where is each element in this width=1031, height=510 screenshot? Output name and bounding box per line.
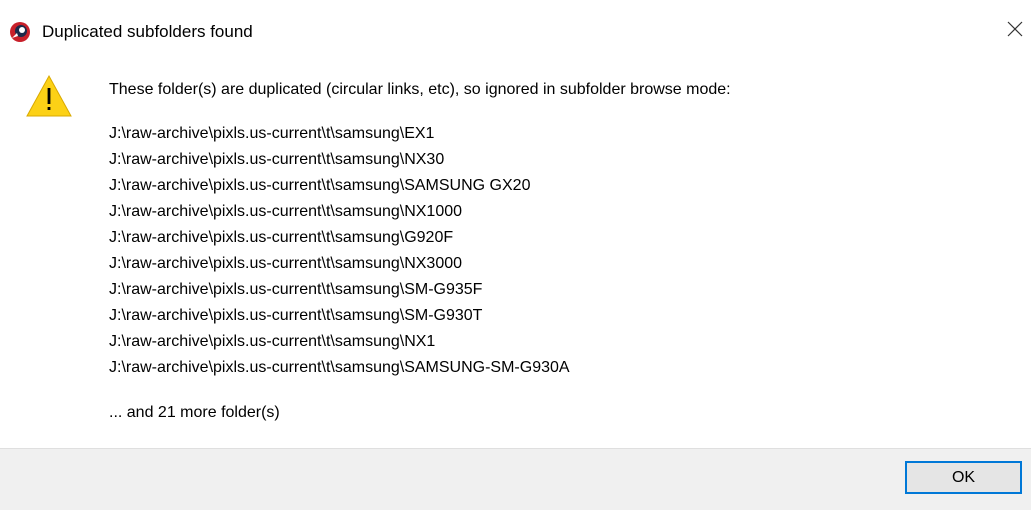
app-logo-icon (9, 21, 31, 43)
folder-item: J:\raw-archive\pixls.us-current\t\samsun… (109, 177, 531, 194)
close-button[interactable] (1000, 16, 1030, 46)
folder-item: J:\raw-archive\pixls.us-current\t\samsun… (109, 359, 570, 376)
button-bar: OK (0, 448, 1031, 510)
folder-item: J:\raw-archive\pixls.us-current\t\samsun… (109, 151, 445, 168)
warning-icon (25, 74, 73, 118)
window-title: Duplicated subfolders found (42, 22, 253, 41)
folder-item: J:\raw-archive\pixls.us-current\t\samsun… (109, 281, 483, 298)
folder-item: J:\raw-archive\pixls.us-current\t\samsun… (109, 333, 436, 350)
ok-button[interactable]: OK (905, 461, 1022, 494)
folder-item: J:\raw-archive\pixls.us-current\t\samsun… (109, 307, 483, 324)
folder-item: J:\raw-archive\pixls.us-current\t\samsun… (109, 255, 463, 272)
message-text: These folder(s) are duplicated (circular… (109, 81, 731, 98)
title-bar[interactable]: Duplicated subfolders found (0, 0, 1031, 62)
folder-item: J:\raw-archive\pixls.us-current\t\samsun… (109, 125, 435, 142)
folder-item: J:\raw-archive\pixls.us-current\t\samsun… (109, 203, 463, 220)
dialog-content: These folder(s) are duplicated (circular… (0, 62, 1031, 448)
folder-list: J:\raw-archive\pixls.us-current\t\samsun… (109, 121, 570, 381)
folder-item: J:\raw-archive\pixls.us-current\t\samsun… (109, 229, 454, 246)
close-icon (1007, 21, 1023, 42)
more-folders-text: ... and 21 more folder(s) (109, 404, 280, 421)
dialog-window: Duplicated subfolders found These folder… (0, 0, 1031, 510)
